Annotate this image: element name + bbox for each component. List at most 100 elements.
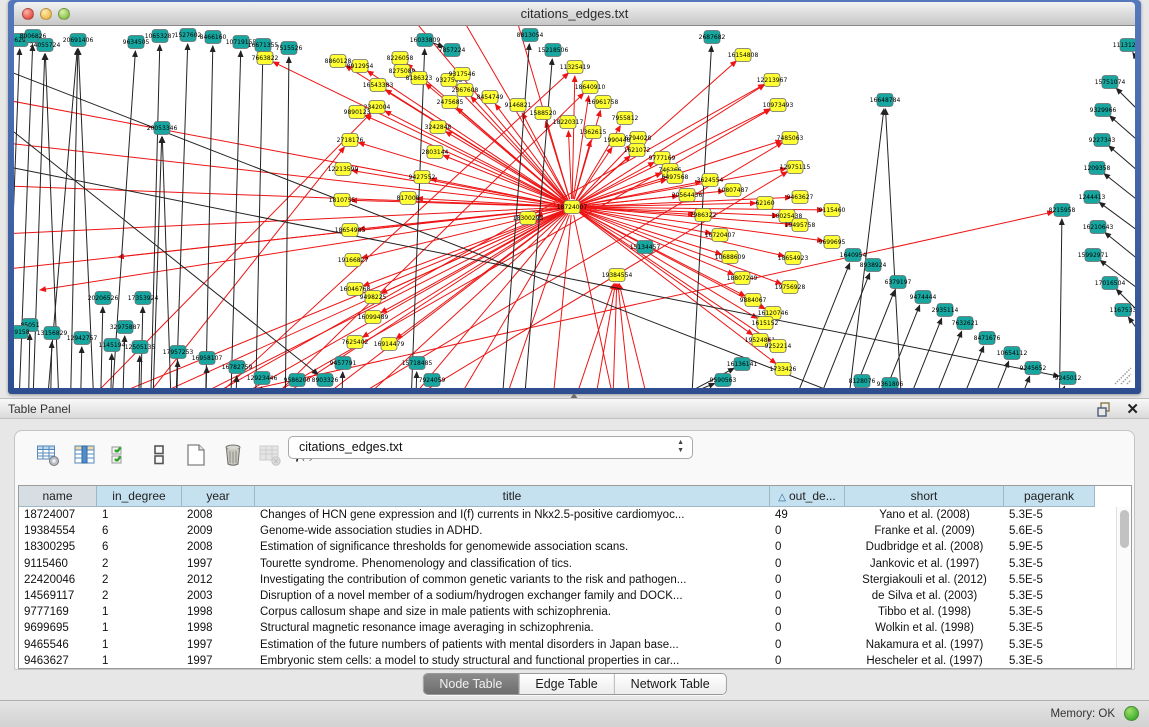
network-node[interactable]: 9590563	[710, 374, 737, 387]
column-header-in_degree[interactable]: in_degree	[97, 486, 182, 507]
merge-rows-button[interactable]	[144, 442, 174, 470]
network-node[interactable]: 9463627	[787, 191, 814, 204]
float-panel-icon[interactable]	[1097, 402, 1113, 417]
network-node[interactable]: 1733426	[770, 363, 797, 376]
table-row[interactable]: 1456911722003Disruption of a novel membe…	[19, 588, 1131, 604]
tab-network-table[interactable]: Network Table	[614, 674, 726, 694]
column-header-short[interactable]: short	[845, 486, 1004, 507]
network-node[interactable]: 11325419	[560, 61, 591, 74]
network-node[interactable]: 12213599	[328, 163, 359, 176]
network-node[interactable]: 1640954	[840, 249, 867, 262]
network-node[interactable]: 18654923	[778, 252, 809, 265]
network-node[interactable]: 10807487	[718, 184, 749, 197]
network-node[interactable]: 12213967	[757, 74, 788, 87]
network-node[interactable]: 2935114	[932, 304, 959, 317]
network-node[interactable]: 1145194	[99, 339, 126, 352]
network-node[interactable]: 16914479	[374, 338, 405, 351]
column-header-title[interactable]: title	[255, 486, 770, 507]
new-column-button[interactable]	[181, 442, 211, 470]
tab-edge-table[interactable]: Edge Table	[518, 674, 613, 694]
network-node[interactable]: 8813054	[517, 29, 544, 42]
network-node[interactable]: 20053346	[147, 122, 178, 135]
network-node[interactable]: 20691406	[63, 34, 94, 47]
network-node[interactable]: 8471676	[974, 332, 1001, 345]
network-node[interactable]: 8466160	[200, 31, 227, 44]
network-node[interactable]: 12975115	[780, 161, 811, 174]
table-row[interactable]: 2242004622012Investigating the contribut…	[19, 572, 1131, 588]
table-row[interactable]: 946554611997Estimation of the future num…	[19, 637, 1131, 653]
network-node[interactable]: 18220317	[553, 116, 584, 129]
network-node[interactable]: 11131276	[1113, 39, 1135, 52]
network-node[interactable]: 8226058	[387, 52, 414, 65]
network-node[interactable]: 13156829	[37, 327, 68, 340]
network-node[interactable]: 19756928	[775, 281, 806, 294]
table-row[interactable]: 977716911998Corpus callosum shape and si…	[19, 604, 1131, 620]
network-node[interactable]: 9361806	[877, 378, 904, 389]
network-node[interactable]: 9227343	[1089, 134, 1116, 147]
network-node[interactable]: 16210643	[1083, 221, 1114, 234]
network-node[interactable]: 7986322	[690, 209, 717, 222]
network-node[interactable]: 9146821	[505, 99, 532, 112]
column-select-button[interactable]	[70, 442, 100, 470]
memory-status-indicator[interactable]	[1124, 706, 1139, 721]
network-node[interactable]: 8215958	[1049, 204, 1076, 217]
network-node[interactable]: 7955812	[612, 112, 639, 125]
table-scrollbar[interactable]	[1116, 507, 1131, 668]
network-node[interactable]: 12505135	[125, 341, 156, 354]
network-node[interactable]: 15992971	[1078, 249, 1109, 262]
network-node[interactable]: 15218506	[538, 44, 569, 57]
table-row[interactable]: 1872400712008Changes of HCN gene express…	[19, 507, 1131, 523]
network-node[interactable]: 1244413	[1079, 191, 1106, 204]
network-node[interactable]: 3242848	[425, 121, 452, 134]
column-header-pagerank[interactable]: pagerank	[1004, 486, 1095, 507]
network-node[interactable]: 62160	[755, 197, 774, 210]
column-header-name[interactable]: name	[19, 486, 97, 507]
network-node[interactable]: 8454749	[477, 91, 504, 104]
network-canvas[interactable]: 9962935800682624055724206914069634505106…	[14, 26, 1135, 388]
column-header-year[interactable]: year	[182, 486, 255, 507]
network-node[interactable]: 15751074	[1095, 76, 1126, 89]
network-node[interactable]: 2475685	[437, 96, 464, 109]
network-node[interactable]: 17957253	[163, 346, 194, 359]
network-node[interactable]: 1527602	[175, 29, 202, 42]
network-node[interactable]: 16136141	[727, 358, 758, 371]
network-node[interactable]: 9474444	[910, 291, 937, 304]
network-node[interactable]: 7515526	[276, 42, 303, 55]
network-node[interactable]: 16543383	[363, 79, 394, 92]
network-node[interactable]: 19166827	[338, 254, 369, 267]
network-node[interactable]: 1621072	[624, 144, 651, 157]
network-node[interactable]: 32975887	[110, 321, 141, 334]
table-selector-dropdown[interactable]: citations_edges.txt ▲▼	[288, 436, 693, 459]
network-node[interactable]: 9329966	[1090, 104, 1117, 117]
network-node[interactable]: 20206526	[88, 292, 119, 305]
network-node[interactable]: 6379197	[885, 276, 912, 289]
network-node[interactable]: 1167533	[1110, 304, 1135, 317]
network-node[interactable]: 10654112	[997, 347, 1028, 360]
network-node[interactable]: 39158	[14, 326, 30, 339]
delete-button[interactable]	[218, 442, 248, 470]
network-node[interactable]: 1209358	[1084, 162, 1111, 175]
close-panel-icon[interactable]: ✕	[1126, 400, 1139, 418]
network-node[interactable]: 9245012	[1055, 372, 1082, 385]
table-row[interactable]: 911546021997Tourette syndrome. Phenomeno…	[19, 556, 1131, 572]
network-node[interactable]: 16033809	[410, 34, 441, 47]
import-checklist-button[interactable]	[107, 442, 137, 470]
network-node[interactable]: 16961758	[588, 96, 619, 109]
column-header-out_de[interactable]: △out_de...	[770, 486, 845, 507]
network-node[interactable]: 9586200	[284, 374, 311, 387]
network-node[interactable]: 17016504	[1095, 277, 1126, 290]
table-row[interactable]: 946362711997Embryonic stem cells: a mode…	[19, 653, 1131, 669]
network-node[interactable]: 2687682	[699, 31, 726, 44]
table-row[interactable]: 969969511998Structural magnetic resonanc…	[19, 620, 1131, 636]
network-node[interactable]: 9427552	[409, 171, 436, 184]
network-node[interactable]: 7625402	[342, 336, 369, 349]
network-node[interactable]: 16648784	[870, 94, 901, 107]
network-node[interactable]: 16782759	[222, 361, 253, 374]
network-node[interactable]: 8128076	[849, 375, 876, 388]
network-node[interactable]: 16154808	[728, 49, 759, 62]
scrollbar-thumb[interactable]	[1120, 510, 1129, 548]
network-node[interactable]: 18654985	[335, 224, 366, 237]
table-mode-button[interactable]	[33, 442, 63, 470]
network-node[interactable]: 19384554	[602, 269, 633, 282]
network-node[interactable]: 7485063	[777, 132, 804, 145]
